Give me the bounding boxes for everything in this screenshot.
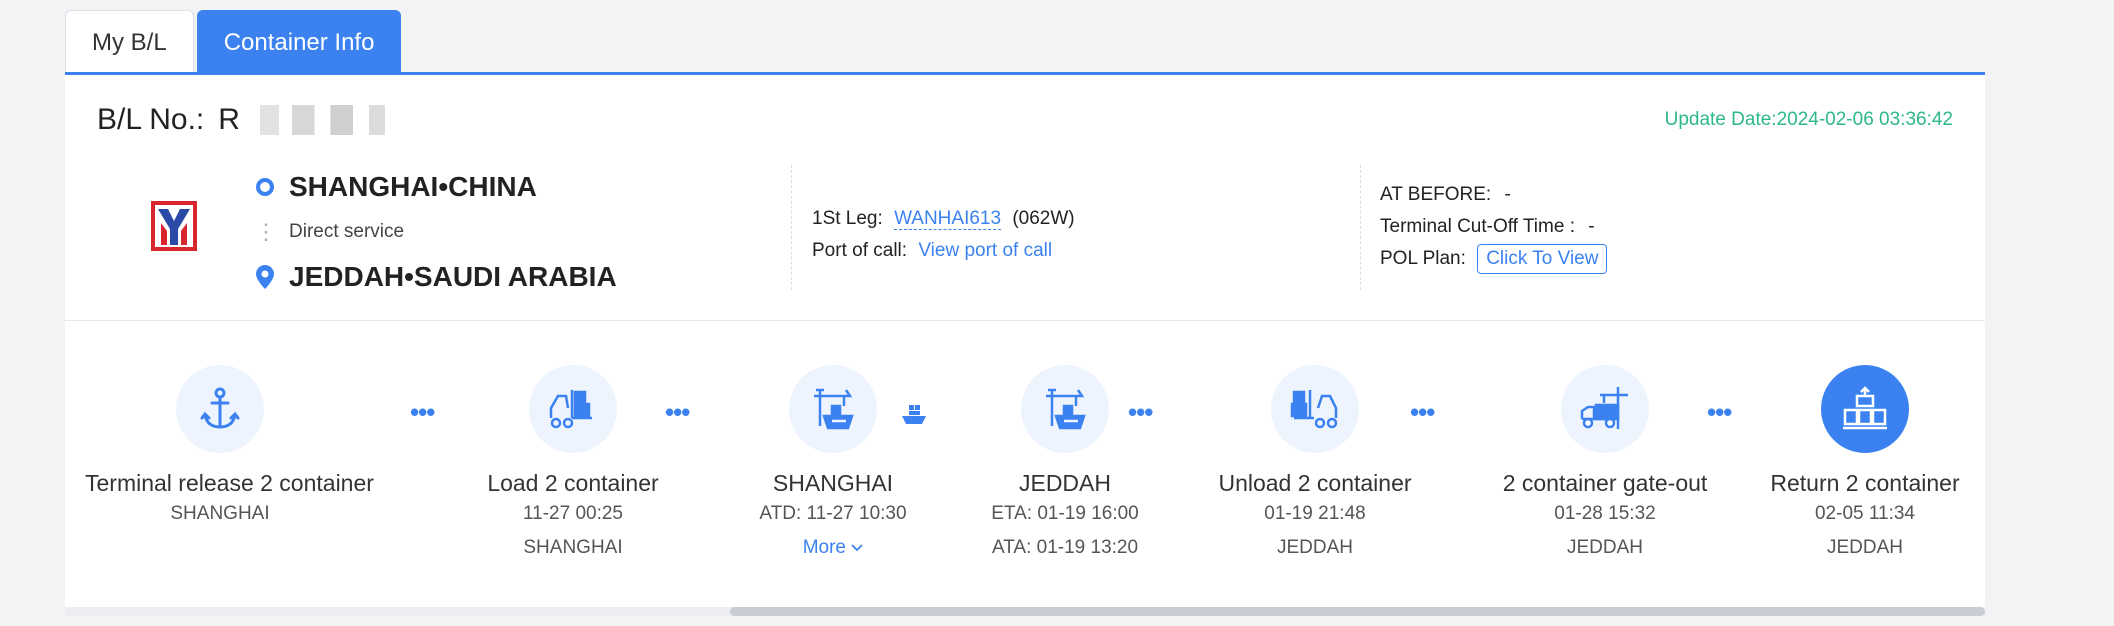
- first-leg-label: 1St Leg:: [812, 208, 883, 229]
- more-label: More: [802, 537, 846, 558]
- ship-icon: [901, 401, 927, 432]
- voyage-number: (062W): [1012, 208, 1075, 229]
- step-icon-circle: [1561, 365, 1649, 453]
- step-datetime: 11-27 00:25: [522, 503, 623, 524]
- anchor-icon: [200, 387, 240, 429]
- route-info: SHANGHAI•CHINA ⋮ Direct service JEDDAH•S…: [253, 167, 617, 297]
- step-atd: ATD: 11-27 10:30: [759, 503, 907, 524]
- step-arrival-port: JEDDAH ETA: 01-19 16:00 ATA: 01-19 13:20: [955, 365, 1175, 565]
- scrollbar-thumb[interactable]: [730, 607, 1985, 616]
- container-stack-icon: [1843, 386, 1887, 430]
- at-before-label: AT BEFORE:: [1380, 184, 1492, 205]
- divider: [791, 165, 792, 290]
- more-link[interactable]: More: [713, 531, 953, 565]
- step-terminal-release: Terminal release 2 container SHANGHAI: [85, 365, 374, 531]
- horizontal-scrollbar[interactable]: [65, 607, 1985, 616]
- step-title: Return 2 container: [1770, 470, 1960, 496]
- step-datetime: 01-28 15:32: [1554, 503, 1656, 524]
- step-location: JEDDAH: [1276, 537, 1353, 558]
- chevron-down-icon: [851, 544, 863, 552]
- step-load: Load 2 container 11-27 00:25 SHANGHAI: [463, 365, 683, 565]
- terminal-cutoff-value: -: [1588, 216, 1595, 237]
- step-title: SHANGHAI: [772, 470, 894, 496]
- container-info-panel: B/L No.: R Update Date:2024-02-06 03:36:…: [65, 72, 1985, 616]
- service-label: Direct service: [289, 221, 405, 242]
- tab-my-bl[interactable]: My B/L: [65, 10, 194, 74]
- step-connector-dots-icon: •••: [1410, 397, 1435, 427]
- destination-port: JEDDAH•SAUDI ARABIA: [253, 257, 617, 297]
- step-icon-circle: [1271, 365, 1359, 453]
- step-connector-dots-icon: •••: [1128, 397, 1153, 427]
- step-datetime: 01-19 21:48: [1264, 503, 1366, 524]
- step-location: JEDDAH: [1566, 537, 1643, 558]
- port-crane-ship-icon: [814, 388, 854, 430]
- step-icon-circle: [176, 365, 264, 453]
- step-location: SHANGHAI: [523, 537, 623, 558]
- step-ata: ATA: 01-19 13:20: [991, 537, 1139, 558]
- first-leg-row: 1St Leg: WANHAI613 (062W): [812, 203, 1075, 235]
- step-datetime: 02-05 11:34: [1814, 503, 1915, 524]
- bl-number-prefix: R: [218, 103, 240, 136]
- bl-label: B/L No.:: [97, 103, 205, 136]
- tab-bar: My B/L Container Info: [65, 10, 404, 74]
- step-eta: ETA: 01-19 16:00: [991, 503, 1139, 524]
- vessel-link[interactable]: WANHAI613: [894, 208, 1002, 230]
- step-icon-circle: [529, 365, 617, 453]
- update-date: Update Date:2024-02-06 03:36:42: [1664, 109, 1953, 130]
- origin-circle-icon: [253, 177, 277, 197]
- port-crane-ship-icon: [1046, 388, 1086, 430]
- shipment-summary: B/L No.: R Update Date:2024-02-06 03:36:…: [65, 75, 1985, 321]
- step-icon-circle: [1021, 365, 1109, 453]
- tab-container-info[interactable]: Container Info: [196, 10, 402, 74]
- port-of-call-row: Port of call: View port of call: [812, 235, 1075, 267]
- forklift-icon: [549, 390, 592, 429]
- step-title: Load 2 container: [487, 470, 659, 496]
- step-location: JEDDAH: [1826, 537, 1903, 558]
- pol-plan-label: POL Plan:: [1380, 248, 1466, 269]
- step-title: Terminal release 2 container: [85, 470, 374, 496]
- origin-name: SHANGHAI•CHINA: [289, 171, 537, 202]
- forklift-icon: [1290, 390, 1338, 429]
- step-location: SHANGHAI: [170, 503, 270, 524]
- service-type: ⋮ Direct service: [253, 207, 617, 257]
- location-pin-icon: [253, 265, 277, 289]
- at-before-value: -: [1504, 184, 1511, 205]
- bl-number-redacted: [243, 105, 404, 135]
- step-connector-dots-icon: •••: [410, 397, 435, 427]
- terminal-cutoff-label: Terminal Cut-Off Time :: [1380, 216, 1575, 237]
- step-departure-port: SHANGHAI ATD: 11-27 10:30 More: [713, 365, 953, 565]
- port-of-call-label: Port of call:: [812, 240, 908, 261]
- view-port-of-call-link[interactable]: View port of call: [918, 240, 1052, 261]
- step-title: Unload 2 container: [1218, 470, 1412, 496]
- step-connector-dots-icon: •••: [1707, 397, 1732, 427]
- origin-port: SHANGHAI•CHINA: [253, 167, 617, 207]
- divider: [1360, 165, 1361, 290]
- click-to-view-button[interactable]: Click To View: [1477, 244, 1608, 274]
- at-before-row: AT BEFORE: -: [1380, 179, 1607, 211]
- step-return: Return 2 container 02-05 11:34 JEDDAH: [1755, 365, 1975, 565]
- truck-crane-icon: [1580, 387, 1628, 429]
- leg-info: 1St Leg: WANHAI613 (062W) Port of call: …: [812, 203, 1075, 267]
- step-icon-circle-active: [1821, 365, 1909, 453]
- destination-name: JEDDAH•SAUDI ARABIA: [289, 261, 617, 292]
- pol-plan-row: POL Plan: Click To View: [1380, 243, 1608, 275]
- vertical-dots-icon: ⋮: [255, 219, 277, 244]
- step-title: 2 container gate-out: [1502, 470, 1708, 496]
- bl-number: B/L No.: R: [97, 103, 404, 137]
- step-connector-dots-icon: •••: [665, 397, 690, 427]
- step-title: JEDDAH: [1018, 470, 1111, 496]
- carrier-logo: [151, 201, 197, 251]
- terminal-cutoff-row: Terminal Cut-Off Time : -: [1380, 211, 1607, 243]
- step-unload: Unload 2 container 01-19 21:48 JEDDAH: [1185, 365, 1445, 565]
- cutoff-info: AT BEFORE: - Terminal Cut-Off Time : - P…: [1380, 179, 1608, 275]
- step-gate-out: 2 container gate-out 01-28 15:32 JEDDAH: [1465, 365, 1745, 565]
- step-icon-circle: [789, 365, 877, 453]
